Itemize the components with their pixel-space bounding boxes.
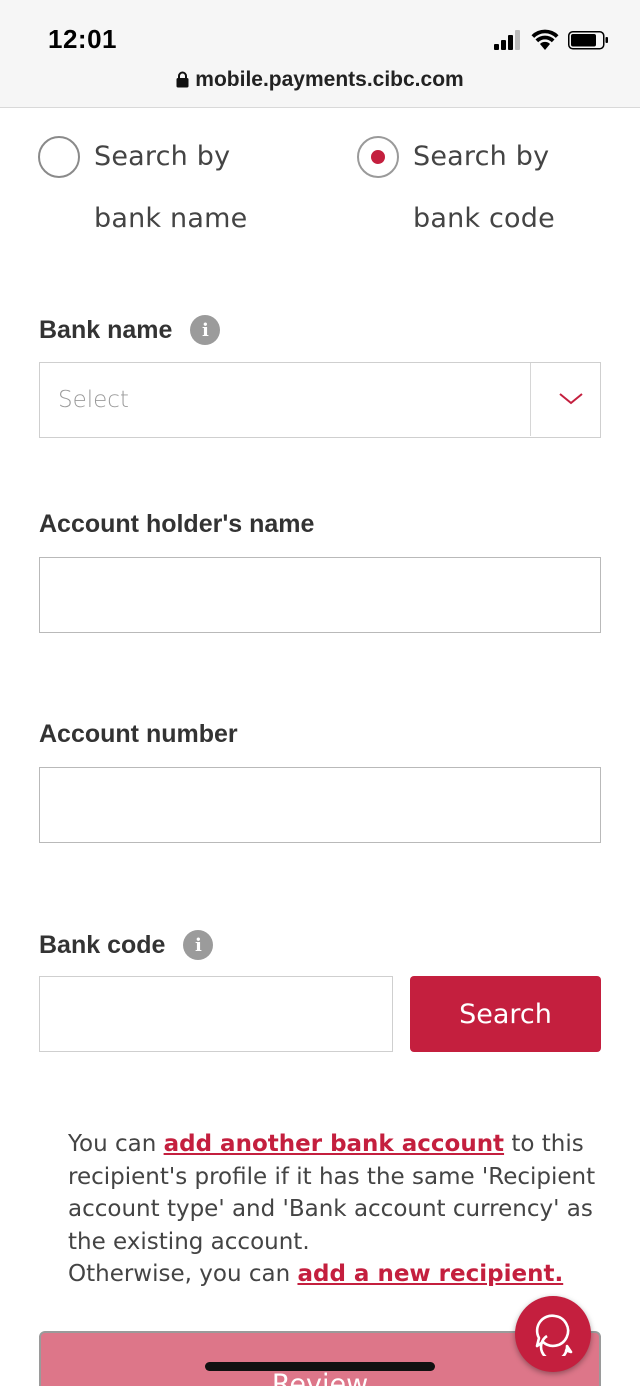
chat-button[interactable] xyxy=(515,1296,591,1372)
account-holder-label: Account holder's name xyxy=(39,510,314,539)
signal-icon xyxy=(494,30,520,50)
wifi-icon xyxy=(531,29,559,50)
bank-code-input[interactable] xyxy=(39,976,393,1052)
radio-label-bank-name: Search by bank name xyxy=(94,141,248,234)
address-bar[interactable]: mobile.payments.cibc.com xyxy=(0,68,640,94)
info-icon[interactable]: i xyxy=(190,315,221,345)
help-note: You can add another bank account to this… xyxy=(68,1128,608,1291)
add-new-recipient-link[interactable]: add a new recipient. xyxy=(297,1261,563,1287)
bank-name-label-text: Bank name xyxy=(39,315,173,344)
info-icon[interactable]: i xyxy=(183,930,214,960)
chevron-down-icon xyxy=(559,393,583,405)
account-number-label-text: Account number xyxy=(39,720,238,748)
radio-unselected-icon xyxy=(38,136,80,178)
bank-name-label: Bank name i xyxy=(39,315,221,345)
status-icons xyxy=(494,28,614,52)
battery-icon xyxy=(568,31,608,50)
status-time: 12:01 xyxy=(48,24,117,54)
bank-name-select[interactable]: Select xyxy=(39,362,601,438)
bank-code-label: Bank code i xyxy=(39,930,214,960)
radio-selected-icon xyxy=(357,136,399,178)
note-text: You can xyxy=(68,1131,164,1157)
account-number-label: Account number xyxy=(39,720,238,749)
url-text: mobile.payments.cibc.com xyxy=(195,68,464,91)
account-number-input[interactable] xyxy=(39,767,601,843)
browser-top-bar: 12:01 mobile.payments.cibc.com xyxy=(0,0,640,108)
chat-bubbles-icon xyxy=(535,1314,573,1356)
note-text: Otherwise, you can xyxy=(68,1261,298,1287)
bank-name-select-value: Select xyxy=(58,387,129,413)
select-divider xyxy=(530,363,531,436)
home-indicator xyxy=(205,1362,435,1371)
radio-search-by-bank-name[interactable]: Search by bank name xyxy=(38,136,304,250)
radio-label-bank-code: Search by bank code xyxy=(413,141,555,234)
account-holder-input[interactable] xyxy=(39,557,601,633)
lock-icon xyxy=(176,70,189,94)
search-button[interactable]: Search xyxy=(410,976,601,1052)
bank-code-label-text: Bank code xyxy=(39,930,166,959)
radio-search-by-bank-code[interactable]: Search by bank code xyxy=(357,136,563,250)
add-another-bank-account-link[interactable]: add another bank account xyxy=(164,1131,504,1157)
account-holder-label-text: Account holder's name xyxy=(39,510,315,538)
